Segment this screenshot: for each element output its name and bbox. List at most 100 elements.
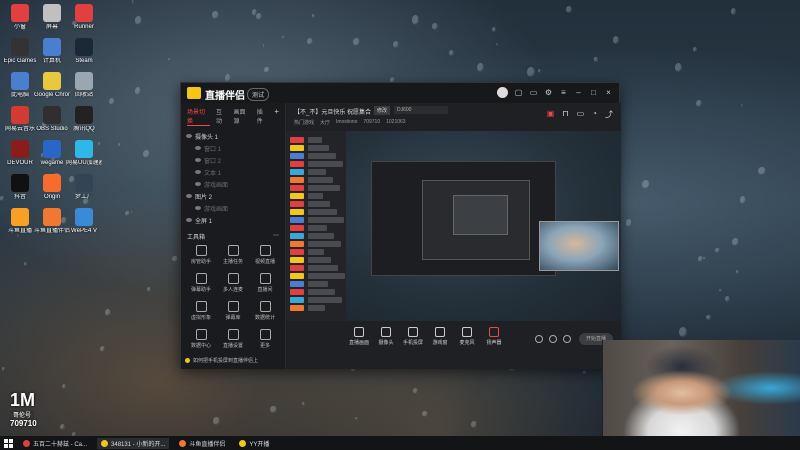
close-icon[interactable]: × [604,88,613,97]
title-bar[interactable]: 直播伴侣 测试 ▢ ▭ ⚙ ≡ – □ × [181,83,619,103]
scene-item[interactable]: 游戏画面 [181,178,285,190]
preview-chat-column [286,131,346,321]
visibility-eye-icon[interactable] [186,134,192,138]
source-control[interactable]: 直播画面 [344,327,374,346]
scene-item[interactable]: 游戏画面 [181,202,285,214]
scene-item[interactable]: 窗口 1 [181,142,285,154]
share-icon[interactable]: ⤴ [605,109,613,120]
app-icon [43,208,61,226]
rain-drop [740,104,744,108]
start-menu-icon[interactable] [4,438,13,448]
minimize-icon[interactable]: – [574,88,583,97]
visibility-eye-icon[interactable] [186,194,192,198]
desktop-icon[interactable]: Runner [66,4,102,31]
source-control[interactable]: 麦克风 [452,327,482,346]
edit-title-button[interactable]: 修改 [374,106,391,115]
stream-preview[interactable] [286,131,621,321]
app-icon [11,208,29,226]
desktop-icon[interactable]: 斗鱼直播伴侣 [34,208,70,235]
desktop-icon-label: Runner [74,24,94,30]
desktop-icon[interactable]: 网易UU加速器 [66,140,102,167]
scene-tab[interactable]: 互动 [216,107,228,126]
desktop-icon[interactable]: 腾讯QQ [66,106,102,133]
desktop-icon-label: DEVOUR [7,160,33,166]
chat-avatar [290,209,304,215]
visibility-eye-icon[interactable] [195,206,201,210]
desktop-icon[interactable]: 小窗 [2,4,38,31]
camera-icon[interactable] [535,335,543,343]
scene-item[interactable]: 摄像头 1 [181,130,285,142]
visibility-eye-icon[interactable] [186,218,192,222]
toolbox-item[interactable]: 虚拟形象 [185,301,217,321]
bell-icon[interactable]: ◔ [592,109,597,120]
desktop-icon[interactable]: OBS Studio [34,106,70,133]
gear-icon[interactable] [563,335,571,343]
scene-item[interactable]: 全屏 1 [181,214,285,226]
notification-icon[interactable]: ▢ [514,88,523,97]
toolbox-item[interactable]: 直播间 [249,273,281,293]
toolbox-item[interactable]: 直播设置 [217,329,249,349]
room-name-field[interactable]: DJ600 [394,106,448,114]
desktop-icon[interactable]: 梦工厂 [66,174,102,201]
desktop-icon[interactable]: 计算机 [34,38,70,65]
add-scene-icon[interactable]: + [274,107,279,126]
record-icon[interactable] [549,335,557,343]
chat-line [308,241,341,247]
toolbox-item[interactable]: 弹幕助手 [185,273,217,293]
scene-item[interactable]: 图片 2 [181,190,285,202]
scene-item[interactable]: 窗口 2 [181,154,285,166]
scene-tab[interactable]: 场景切换 [187,107,211,126]
desktop-icon[interactable]: 抖音 [2,174,38,201]
toolbox-item[interactable]: 多人连麦 [217,273,249,293]
avatar[interactable] [497,87,508,98]
message-icon[interactable]: ▭ [529,88,538,97]
visibility-eye-icon[interactable] [195,146,201,150]
taskbar-item[interactable]: 斗鱼直播伴侣 [175,438,229,449]
room-meta-item: Imosiiono [336,119,358,125]
control-label: 直播画面 [348,340,369,346]
lock-icon[interactable]: ⊓ [562,109,568,120]
desktop-icon[interactable]: 网易云音乐 [2,106,38,133]
desktop-icon[interactable]: 斗鱼直播 [2,208,38,235]
desktop-icon[interactable]: Origin [34,174,70,201]
desktop-icon[interactable]: wegame [34,140,70,167]
toolbox-item[interactable]: 数据中心 [185,329,217,349]
visibility-eye-icon[interactable] [195,170,201,174]
toolbox-item[interactable]: 弹幕库 [217,301,249,321]
taskbar-item[interactable]: YY开播 [235,438,273,449]
desktop-icon[interactable]: Epic Games [2,38,38,65]
gift-icon[interactable]: ▣ [547,109,555,120]
scene-item[interactable]: 文本 1 [181,166,285,178]
desktop-icon[interactable]: Google Chrome [34,72,70,99]
desktop-icon[interactable]: WePE4 V [66,208,102,235]
settings-icon[interactable]: ⚙ [544,88,553,97]
toolbox-item[interactable]: 数据统计 [249,301,281,321]
desktop-icon[interactable]: Steam [66,38,102,65]
toolbox-item[interactable]: 视频直播 [249,245,281,265]
maximize-icon[interactable]: □ [589,88,598,97]
visibility-eye-icon[interactable] [195,158,201,162]
source-control[interactable]: 手机投屏 [398,327,428,346]
toolbox-item[interactable]: 更多 [249,329,281,349]
toolbox-more-icon[interactable]: ⋯ [273,232,279,241]
source-control[interactable]: 扬声器 [479,327,509,346]
share-screen-icon[interactable]: ▭ [577,109,585,120]
scene-tab[interactable]: 插件 [257,107,269,126]
desktop-icon[interactable]: DEVOUR [2,140,38,167]
menu-icon[interactable]: ≡ [559,88,568,97]
source-control[interactable]: 游戏窗 [425,327,455,346]
help-tip[interactable]: 如何把手机投屏到直播伴侣上 [185,355,281,365]
desktop-icon-label: WePE4 V [71,228,97,234]
tool-label: 更多 [259,343,270,349]
desktop-icon[interactable]: 屏幕 [34,4,70,31]
visibility-eye-icon[interactable] [195,182,201,186]
version-badge[interactable]: 测试 [247,88,270,101]
taskbar-item[interactable]: 348131 - 小新的开... [97,437,170,449]
desktop-icon[interactable]: 回收站 [66,72,102,99]
toolbox-item[interactable]: 房管助手 [185,245,217,265]
desktop-icon[interactable]: 此电脑 [2,72,38,99]
toolbox-item[interactable]: 主播任务 [217,245,249,265]
taskbar-item[interactable]: 五百二十赫兹 - Ca... [19,438,91,449]
source-control[interactable]: 摄像头 [371,327,401,346]
scene-tab[interactable]: 画面源 [234,107,251,126]
